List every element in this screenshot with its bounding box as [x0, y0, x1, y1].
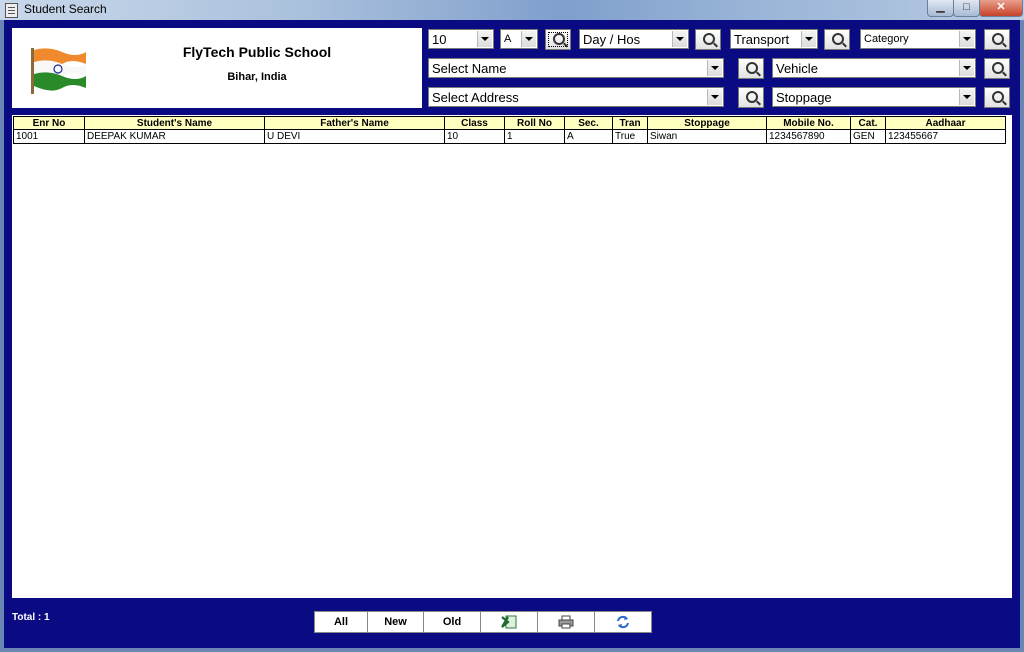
stoppage-select[interactable]: Stoppage — [772, 87, 976, 107]
column-header-aadhaar[interactable]: Aadhaar — [885, 116, 1006, 130]
search-icon — [746, 62, 758, 74]
school-name: FlyTech Public School — [182, 44, 332, 60]
table-cell[interactable]: GEN — [850, 129, 886, 144]
search-category-button[interactable] — [984, 29, 1010, 50]
column-header-category[interactable]: Cat. — [850, 116, 886, 130]
refresh-button[interactable] — [594, 611, 652, 633]
search-address-button[interactable] — [738, 87, 764, 108]
student-table: Enr No Student's Name Father's Name Clas… — [13, 116, 1006, 144]
chevron-down-icon — [801, 31, 816, 47]
vehicle-select[interactable]: Vehicle — [772, 58, 976, 78]
column-header-transport[interactable]: Tran — [612, 116, 648, 130]
search-icon — [992, 33, 1004, 45]
chevron-down-icon — [477, 31, 492, 47]
column-header-section[interactable]: Sec. — [564, 116, 613, 130]
total-count: Total : 1 — [12, 612, 50, 623]
category-select[interactable]: Category — [860, 29, 976, 49]
main-window: FlyTech Public School Bihar, India 10 A … — [4, 20, 1020, 648]
chevron-down-icon — [707, 60, 722, 76]
chevron-down-icon — [521, 31, 536, 47]
table-header-row: Enr No Student's Name Father's Name Clas… — [13, 116, 1006, 130]
minimize-button[interactable]: ▁ — [927, 0, 954, 17]
all-button[interactable]: All — [314, 611, 368, 633]
table-cell[interactable]: Siwan — [647, 129, 767, 144]
table-cell[interactable]: DEEPAK KUMAR — [84, 129, 265, 144]
close-button[interactable]: ✕ — [979, 0, 1023, 17]
flag-icon — [31, 48, 86, 94]
search-icon — [992, 62, 1004, 74]
search-icon — [832, 33, 844, 45]
table-cell[interactable]: 1234567890 — [766, 129, 851, 144]
search-transport-button[interactable] — [824, 29, 850, 50]
chevron-down-icon — [672, 31, 687, 47]
maximize-button[interactable]: □ — [953, 0, 980, 17]
table-cell[interactable]: 1 — [504, 129, 565, 144]
school-header: FlyTech Public School Bihar, India — [12, 28, 422, 108]
section-select[interactable]: A — [500, 29, 538, 49]
search-vehicle-button[interactable] — [984, 58, 1010, 79]
search-icon — [746, 91, 758, 103]
export-excel-button[interactable] — [480, 611, 538, 633]
search-icon — [703, 33, 715, 45]
new-button[interactable]: New — [367, 611, 424, 633]
transport-select[interactable]: Transport — [730, 29, 818, 49]
column-header-mobile[interactable]: Mobile No. — [766, 116, 851, 130]
chevron-down-icon — [707, 89, 722, 105]
search-class-button[interactable] — [545, 29, 571, 50]
old-button[interactable]: Old — [423, 611, 481, 633]
column-header-stoppage[interactable]: Stoppage — [647, 116, 767, 130]
search-icon — [553, 33, 565, 45]
excel-icon — [501, 615, 517, 629]
chevron-down-icon — [959, 60, 974, 76]
student-name-select[interactable]: Select Name — [428, 58, 724, 78]
table-cell[interactable]: A — [564, 129, 613, 144]
class-select[interactable]: 10 — [428, 29, 494, 49]
address-select[interactable]: Select Address — [428, 87, 724, 107]
day-hos-select[interactable]: Day / Hos — [579, 29, 689, 49]
title-bar: Student Search ▁ □ ✕ — [0, 0, 1024, 20]
search-stoppage-button[interactable] — [984, 87, 1010, 108]
search-day-hos-button[interactable] — [695, 29, 721, 50]
printer-icon — [558, 615, 574, 629]
action-toolbar: All New Old — [314, 611, 652, 633]
print-button[interactable] — [537, 611, 595, 633]
student-grid[interactable]: Enr No Student's Name Father's Name Clas… — [12, 115, 1012, 598]
window-title: Student Search — [24, 2, 107, 16]
column-header-student-name[interactable]: Student's Name — [84, 116, 265, 130]
chevron-down-icon — [959, 31, 974, 47]
column-header-enr-no[interactable]: Enr No — [13, 116, 85, 130]
column-header-roll-no[interactable]: Roll No — [504, 116, 565, 130]
chevron-down-icon — [959, 89, 974, 105]
search-icon — [992, 91, 1004, 103]
school-location: Bihar, India — [227, 71, 287, 83]
refresh-icon — [617, 615, 629, 629]
table-cell[interactable]: True — [612, 129, 648, 144]
column-header-father-name[interactable]: Father's Name — [264, 116, 445, 130]
search-name-button[interactable] — [738, 58, 764, 79]
table-row[interactable]: 1001 DEEPAK KUMAR U DEVI 10 1 A True Siw… — [13, 129, 1006, 144]
table-cell[interactable]: 1001 — [13, 129, 85, 144]
table-cell[interactable]: 10 — [444, 129, 505, 144]
column-header-class[interactable]: Class — [444, 116, 505, 130]
table-cell[interactable]: U DEVI — [264, 129, 445, 144]
window-icon — [5, 3, 18, 18]
table-cell[interactable]: 123455667 — [885, 129, 1006, 144]
